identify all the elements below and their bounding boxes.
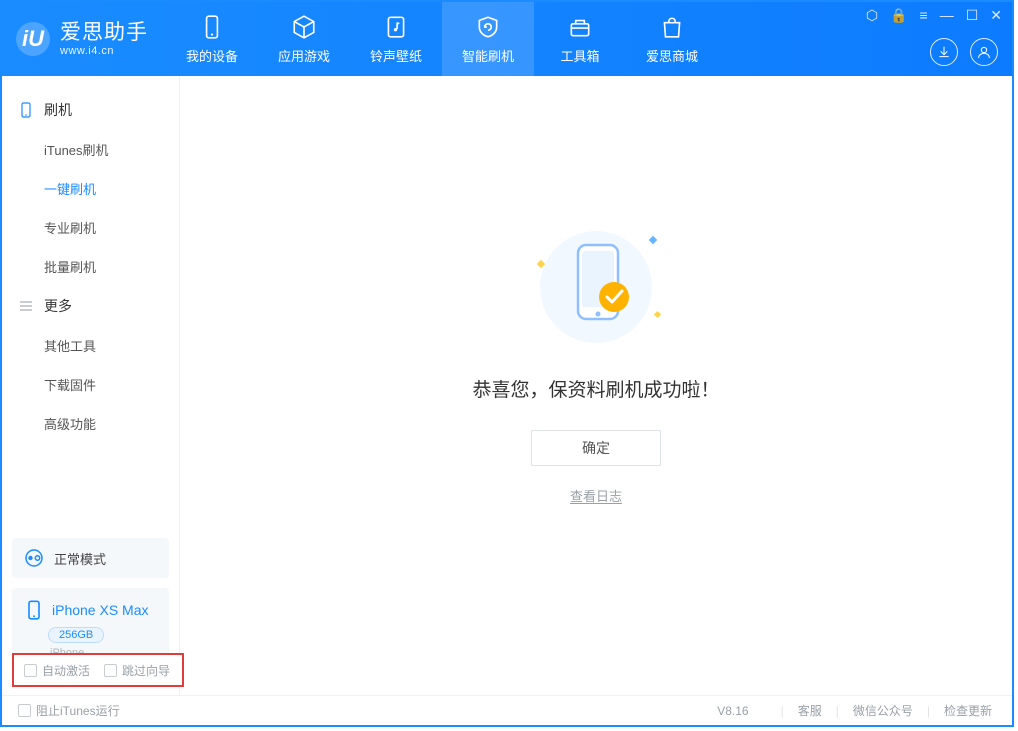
bag-icon bbox=[659, 14, 685, 40]
mode-icon bbox=[24, 548, 44, 568]
body: 刷机 iTunes刷机 一键刷机 专业刷机 批量刷机 更多 其他工具 下载固件 … bbox=[2, 76, 1012, 695]
minimize-icon[interactable]: — bbox=[940, 8, 954, 22]
list-icon bbox=[18, 298, 34, 314]
sidebar-item-batch[interactable]: 批量刷机 bbox=[2, 247, 179, 286]
music-file-icon bbox=[383, 14, 409, 40]
status-link-wechat[interactable]: 微信公众号 bbox=[849, 702, 917, 719]
tab-label: 智能刷机 bbox=[462, 46, 514, 65]
content: 恭喜您，保资料刷机成功啦！ 确定 查看日志 bbox=[180, 76, 1012, 695]
tab-app-games[interactable]: 应用游戏 bbox=[258, 2, 350, 76]
version: V8.16 bbox=[717, 704, 748, 718]
tab-smart-flash[interactable]: 智能刷机 bbox=[442, 2, 534, 76]
phone-small-icon bbox=[18, 102, 34, 118]
view-log-link[interactable]: 查看日志 bbox=[570, 486, 622, 505]
download-icon[interactable] bbox=[930, 38, 958, 66]
logo: iU 爱思助手 www.i4.cn bbox=[2, 2, 166, 76]
lock-icon[interactable]: 🔒 bbox=[890, 8, 907, 22]
tab-label: 工具箱 bbox=[560, 46, 599, 65]
sidebar-item-firmware[interactable]: 下载固件 bbox=[2, 365, 179, 404]
maximize-icon[interactable]: ☐ bbox=[966, 8, 979, 22]
tab-label: 铃声壁纸 bbox=[370, 46, 422, 65]
highlighted-options: 自动激活 跳过向导 bbox=[12, 653, 184, 687]
tab-label: 应用游戏 bbox=[278, 46, 330, 65]
checkbox-icon bbox=[104, 664, 117, 677]
device-mode: 正常模式 bbox=[54, 549, 106, 568]
skip-guide-checkbox[interactable]: 跳过向导 bbox=[104, 662, 170, 679]
sidebar-group-flash: 刷机 bbox=[2, 90, 179, 130]
statusbar: 阻止iTunes运行 V8.16 | 客服 | 微信公众号 | 检查更新 bbox=[2, 695, 1012, 725]
device-capacity: 256GB bbox=[48, 627, 104, 643]
device-icon bbox=[199, 14, 225, 40]
close-icon[interactable]: ✕ bbox=[990, 8, 1002, 22]
checkbox-icon bbox=[18, 704, 31, 717]
header: iU 爱思助手 www.i4.cn 我的设备 应用游戏 铃声壁纸 bbox=[2, 2, 1012, 76]
device-small-icon bbox=[24, 600, 44, 620]
sparkle-icon bbox=[654, 310, 661, 317]
stop-itunes-checkbox[interactable]: 阻止iTunes运行 bbox=[18, 702, 120, 719]
tab-ringtones[interactable]: 铃声壁纸 bbox=[350, 2, 442, 76]
toolbox-icon bbox=[567, 14, 593, 40]
cube-icon bbox=[291, 14, 317, 40]
confirm-button[interactable]: 确定 bbox=[531, 430, 661, 466]
shirt-icon[interactable]: ⬡ bbox=[866, 8, 878, 22]
device-mode-card[interactable]: 正常模式 bbox=[12, 538, 169, 578]
sidebar: 刷机 iTunes刷机 一键刷机 专业刷机 批量刷机 更多 其他工具 下载固件 … bbox=[2, 76, 180, 695]
tab-label: 我的设备 bbox=[186, 46, 238, 65]
menu-icon[interactable]: ≡ bbox=[920, 8, 928, 22]
window-controls: ⬡ 🔒 ≡ — ☐ ✕ bbox=[866, 8, 1002, 22]
main: 恭喜您，保资料刷机成功啦！ 确定 查看日志 bbox=[180, 76, 1012, 695]
tab-toolbox[interactable]: 工具箱 bbox=[534, 2, 626, 76]
sidebar-group-more: 更多 bbox=[2, 286, 179, 326]
status-link-update[interactable]: 检查更新 bbox=[940, 702, 996, 719]
sidebar-scroll: 刷机 iTunes刷机 一键刷机 专业刷机 批量刷机 更多 其他工具 下载固件 … bbox=[2, 76, 179, 538]
app-url: www.i4.cn bbox=[60, 45, 148, 57]
success-illustration bbox=[536, 227, 656, 347]
app-name: 爱思助手 bbox=[60, 21, 148, 44]
checkbox-icon bbox=[24, 664, 37, 677]
tab-my-device[interactable]: 我的设备 bbox=[166, 2, 258, 76]
tab-store[interactable]: 爱思商城 bbox=[626, 2, 718, 76]
sidebar-item-pro[interactable]: 专业刷机 bbox=[2, 208, 179, 247]
sidebar-item-tools[interactable]: 其他工具 bbox=[2, 326, 179, 365]
auto-activate-checkbox[interactable]: 自动激活 bbox=[24, 662, 90, 679]
app-window: iU 爱思助手 www.i4.cn 我的设备 应用游戏 铃声壁纸 bbox=[0, 0, 1014, 727]
sidebar-item-itunes[interactable]: iTunes刷机 bbox=[2, 130, 179, 169]
status-link-support[interactable]: 客服 bbox=[794, 702, 826, 719]
sidebar-item-advanced[interactable]: 高级功能 bbox=[2, 404, 179, 443]
sidebar-item-oneclick[interactable]: 一键刷机 bbox=[2, 169, 179, 208]
logo-text: 爱思助手 www.i4.cn bbox=[60, 21, 148, 56]
group-title: 刷机 bbox=[44, 100, 72, 120]
logo-icon: iU bbox=[16, 22, 50, 56]
refresh-shield-icon bbox=[475, 14, 501, 40]
device-name: iPhone XS Max bbox=[24, 600, 157, 620]
account-icon[interactable] bbox=[970, 38, 998, 66]
tab-label: 爱思商城 bbox=[646, 46, 698, 65]
success-message: 恭喜您，保资料刷机成功啦！ bbox=[472, 375, 719, 402]
header-actions bbox=[930, 38, 998, 66]
group-title: 更多 bbox=[44, 296, 72, 316]
